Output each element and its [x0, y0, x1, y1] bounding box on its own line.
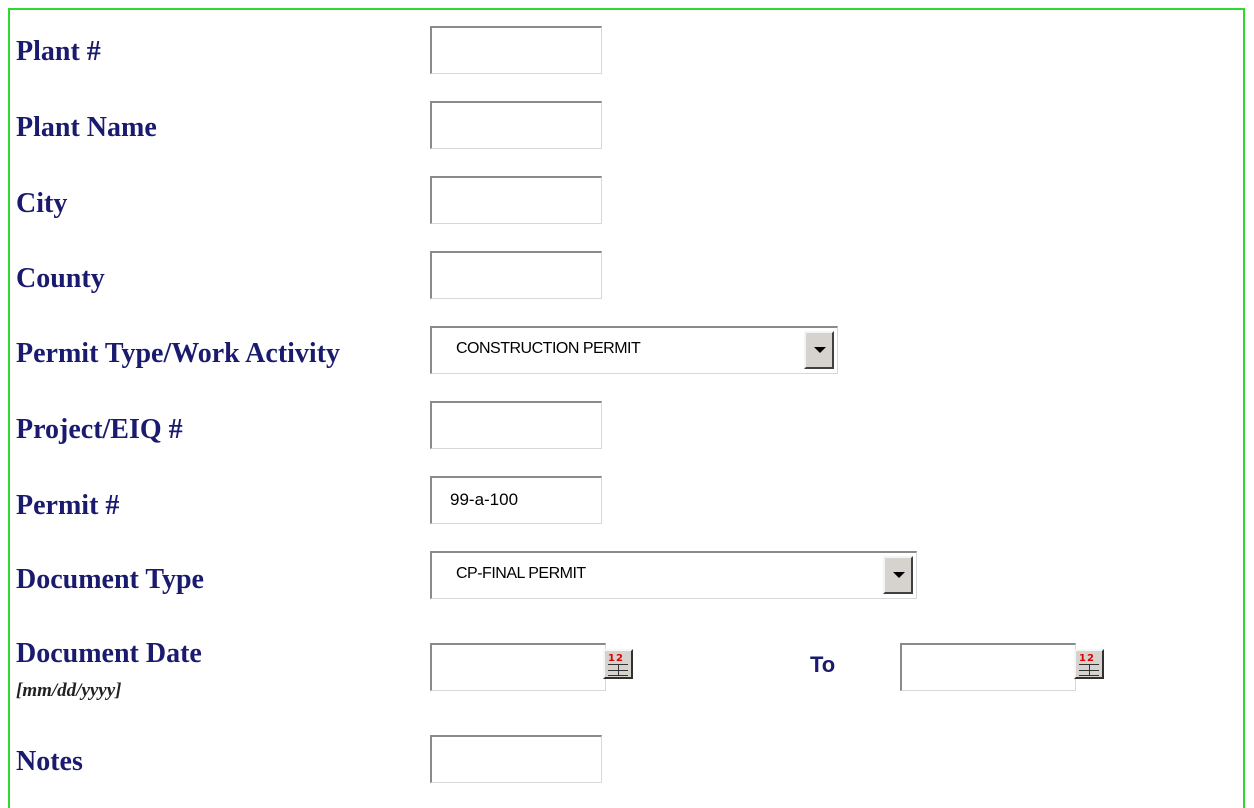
calendar-numbers: 12 [608, 653, 624, 664]
dropdown-arrow-icon[interactable] [804, 331, 834, 369]
calendar-numbers: 12 [1079, 653, 1095, 664]
plant-number-input[interactable] [430, 26, 602, 74]
document-type-select[interactable]: CP-FINAL PERMIT [430, 551, 917, 599]
date-format-hint: [mm/dd/yyyy] [16, 680, 122, 701]
date-to-input[interactable] [900, 643, 1076, 691]
county-label: County [16, 263, 105, 294]
calendar-grid-icon [608, 664, 628, 676]
project-eiq-input[interactable] [430, 401, 602, 449]
dropdown-arrow-icon[interactable] [883, 556, 913, 594]
notes-label: Notes [16, 746, 83, 777]
city-label: City [16, 188, 68, 219]
permit-type-value: CONSTRUCTION PERMIT [456, 340, 641, 357]
plant-name-label: Plant Name [16, 112, 157, 143]
county-input[interactable] [430, 251, 602, 299]
calendar-from-icon[interactable]: 12 [603, 649, 633, 679]
date-from-input[interactable] [430, 643, 606, 691]
plant-name-input[interactable] [430, 101, 602, 149]
permit-type-select[interactable]: CONSTRUCTION PERMIT [430, 326, 838, 374]
to-label: To [810, 652, 836, 677]
permit-number-input[interactable]: 99-a-100 [430, 476, 602, 524]
document-type-label: Document Type [16, 564, 204, 595]
calendar-grid-icon [1079, 664, 1099, 676]
plant-number-label: Plant # [16, 36, 101, 67]
document-date-label: Document Date [16, 638, 202, 669]
notes-input[interactable] [430, 735, 602, 783]
permit-type-label: Permit Type/Work Activity [16, 338, 341, 369]
document-type-value: CP-FINAL PERMIT [456, 565, 586, 582]
permit-number-label: Permit # [16, 490, 120, 521]
city-input[interactable] [430, 176, 602, 224]
project-eiq-label: Project/EIQ # [16, 414, 183, 445]
calendar-to-icon[interactable]: 12 [1074, 649, 1104, 679]
